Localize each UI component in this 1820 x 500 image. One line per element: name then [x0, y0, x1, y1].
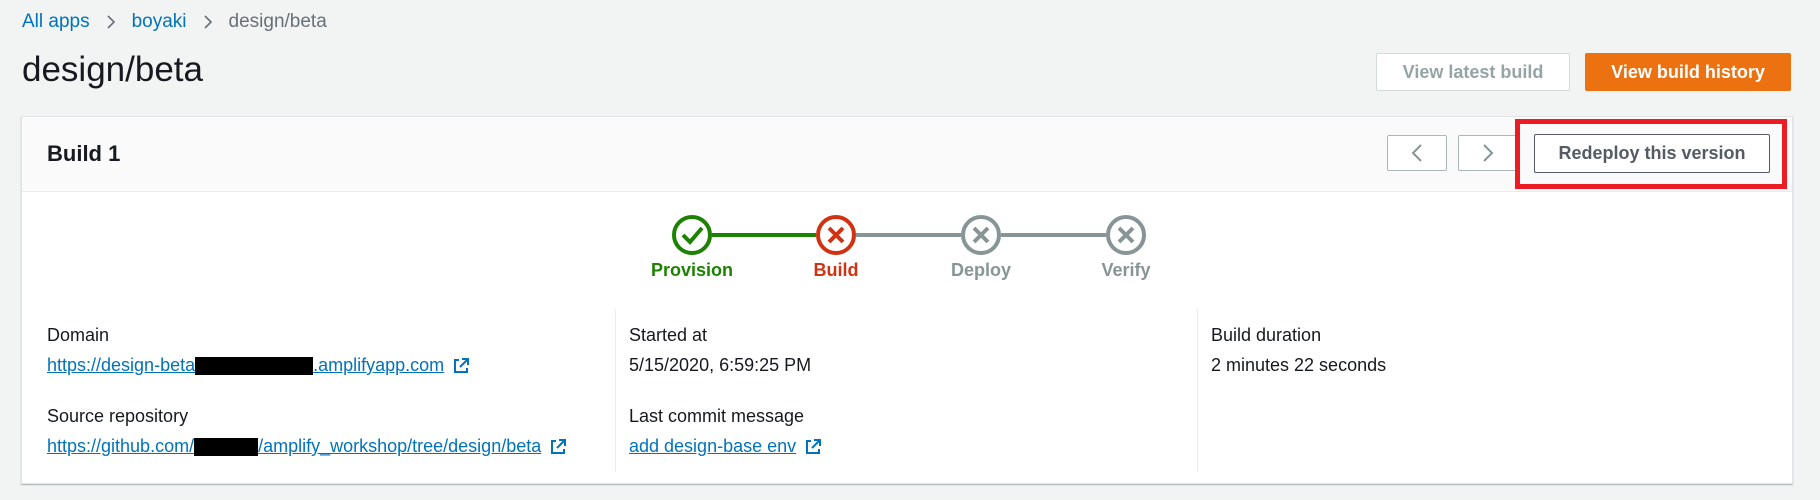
build-duration-label: Build duration: [1211, 325, 1322, 345]
page-title: design/beta: [22, 50, 203, 89]
breadcrumb-app[interactable]: boyaki: [132, 11, 187, 33]
failed-circle-icon: [816, 215, 856, 255]
source-repository-link[interactable]: https://github.com/ /amplify_workshop/tr…: [47, 436, 567, 457]
redeploy-button[interactable]: Redeploy this version: [1534, 134, 1770, 173]
column-divider: [1197, 309, 1198, 472]
started-at-label: Started at: [629, 325, 708, 345]
check-circle-icon: [672, 215, 712, 255]
step-label-deploy: Deploy: [950, 260, 1011, 280]
started-at-value: 5/15/2020, 6:59:25 PM: [629, 355, 812, 375]
domain-link-prefix: https://design-beta: [47, 355, 196, 375]
source-link-prefix: https://github.com/: [47, 436, 195, 456]
chevron-left-icon: [1411, 144, 1422, 162]
step-label-provision: Provision: [650, 260, 734, 280]
last-commit-link[interactable]: add design-base env: [629, 436, 822, 457]
chevron-right-icon: [1483, 144, 1494, 162]
chevron-right-icon: [203, 14, 213, 30]
external-link-icon: [804, 438, 822, 456]
build-panel: Build 1 Redeploy this version Provision …: [21, 116, 1793, 484]
previous-build-button[interactable]: [1387, 135, 1447, 171]
chevron-right-icon: [106, 14, 116, 30]
source-link-suffix: /amplify_workshop/tree/design/beta: [258, 436, 542, 456]
next-build-button[interactable]: [1458, 135, 1518, 171]
step-label-verify: Verify: [1101, 260, 1151, 280]
last-commit-text: add design-base env: [629, 436, 797, 456]
domain-link-suffix: .amplifyapp.com: [313, 355, 445, 375]
view-build-history-button[interactable]: View build history: [1585, 53, 1791, 91]
build-panel-header: Build 1 Redeploy this version: [22, 117, 1792, 192]
external-link-icon: [549, 438, 567, 456]
build-title: Build 1: [47, 141, 121, 166]
column-divider: [615, 309, 616, 472]
breadcrumb-all-apps[interactable]: All apps: [22, 11, 90, 33]
redaction-bar: [194, 437, 259, 456]
source-repository-label: Source repository: [47, 406, 189, 426]
step-label-build: Build: [813, 260, 859, 280]
not-run-circle-icon: [961, 215, 1001, 255]
build-progress-steps: [672, 215, 1146, 255]
breadcrumb-current: design/beta: [228, 11, 327, 32]
domain-link[interactable]: https://design-beta .amplifyapp.com: [47, 355, 470, 376]
breadcrumb: All apps boyaki design/beta: [22, 10, 327, 34]
redaction-bar: [195, 356, 314, 375]
not-run-circle-icon: [1106, 215, 1146, 255]
external-link-icon: [452, 357, 470, 375]
view-latest-build-button[interactable]: View latest build: [1376, 53, 1570, 91]
build-duration-value: 2 minutes 22 seconds: [1211, 355, 1387, 375]
domain-label: Domain: [47, 325, 110, 345]
last-commit-label: Last commit message: [629, 406, 805, 426]
